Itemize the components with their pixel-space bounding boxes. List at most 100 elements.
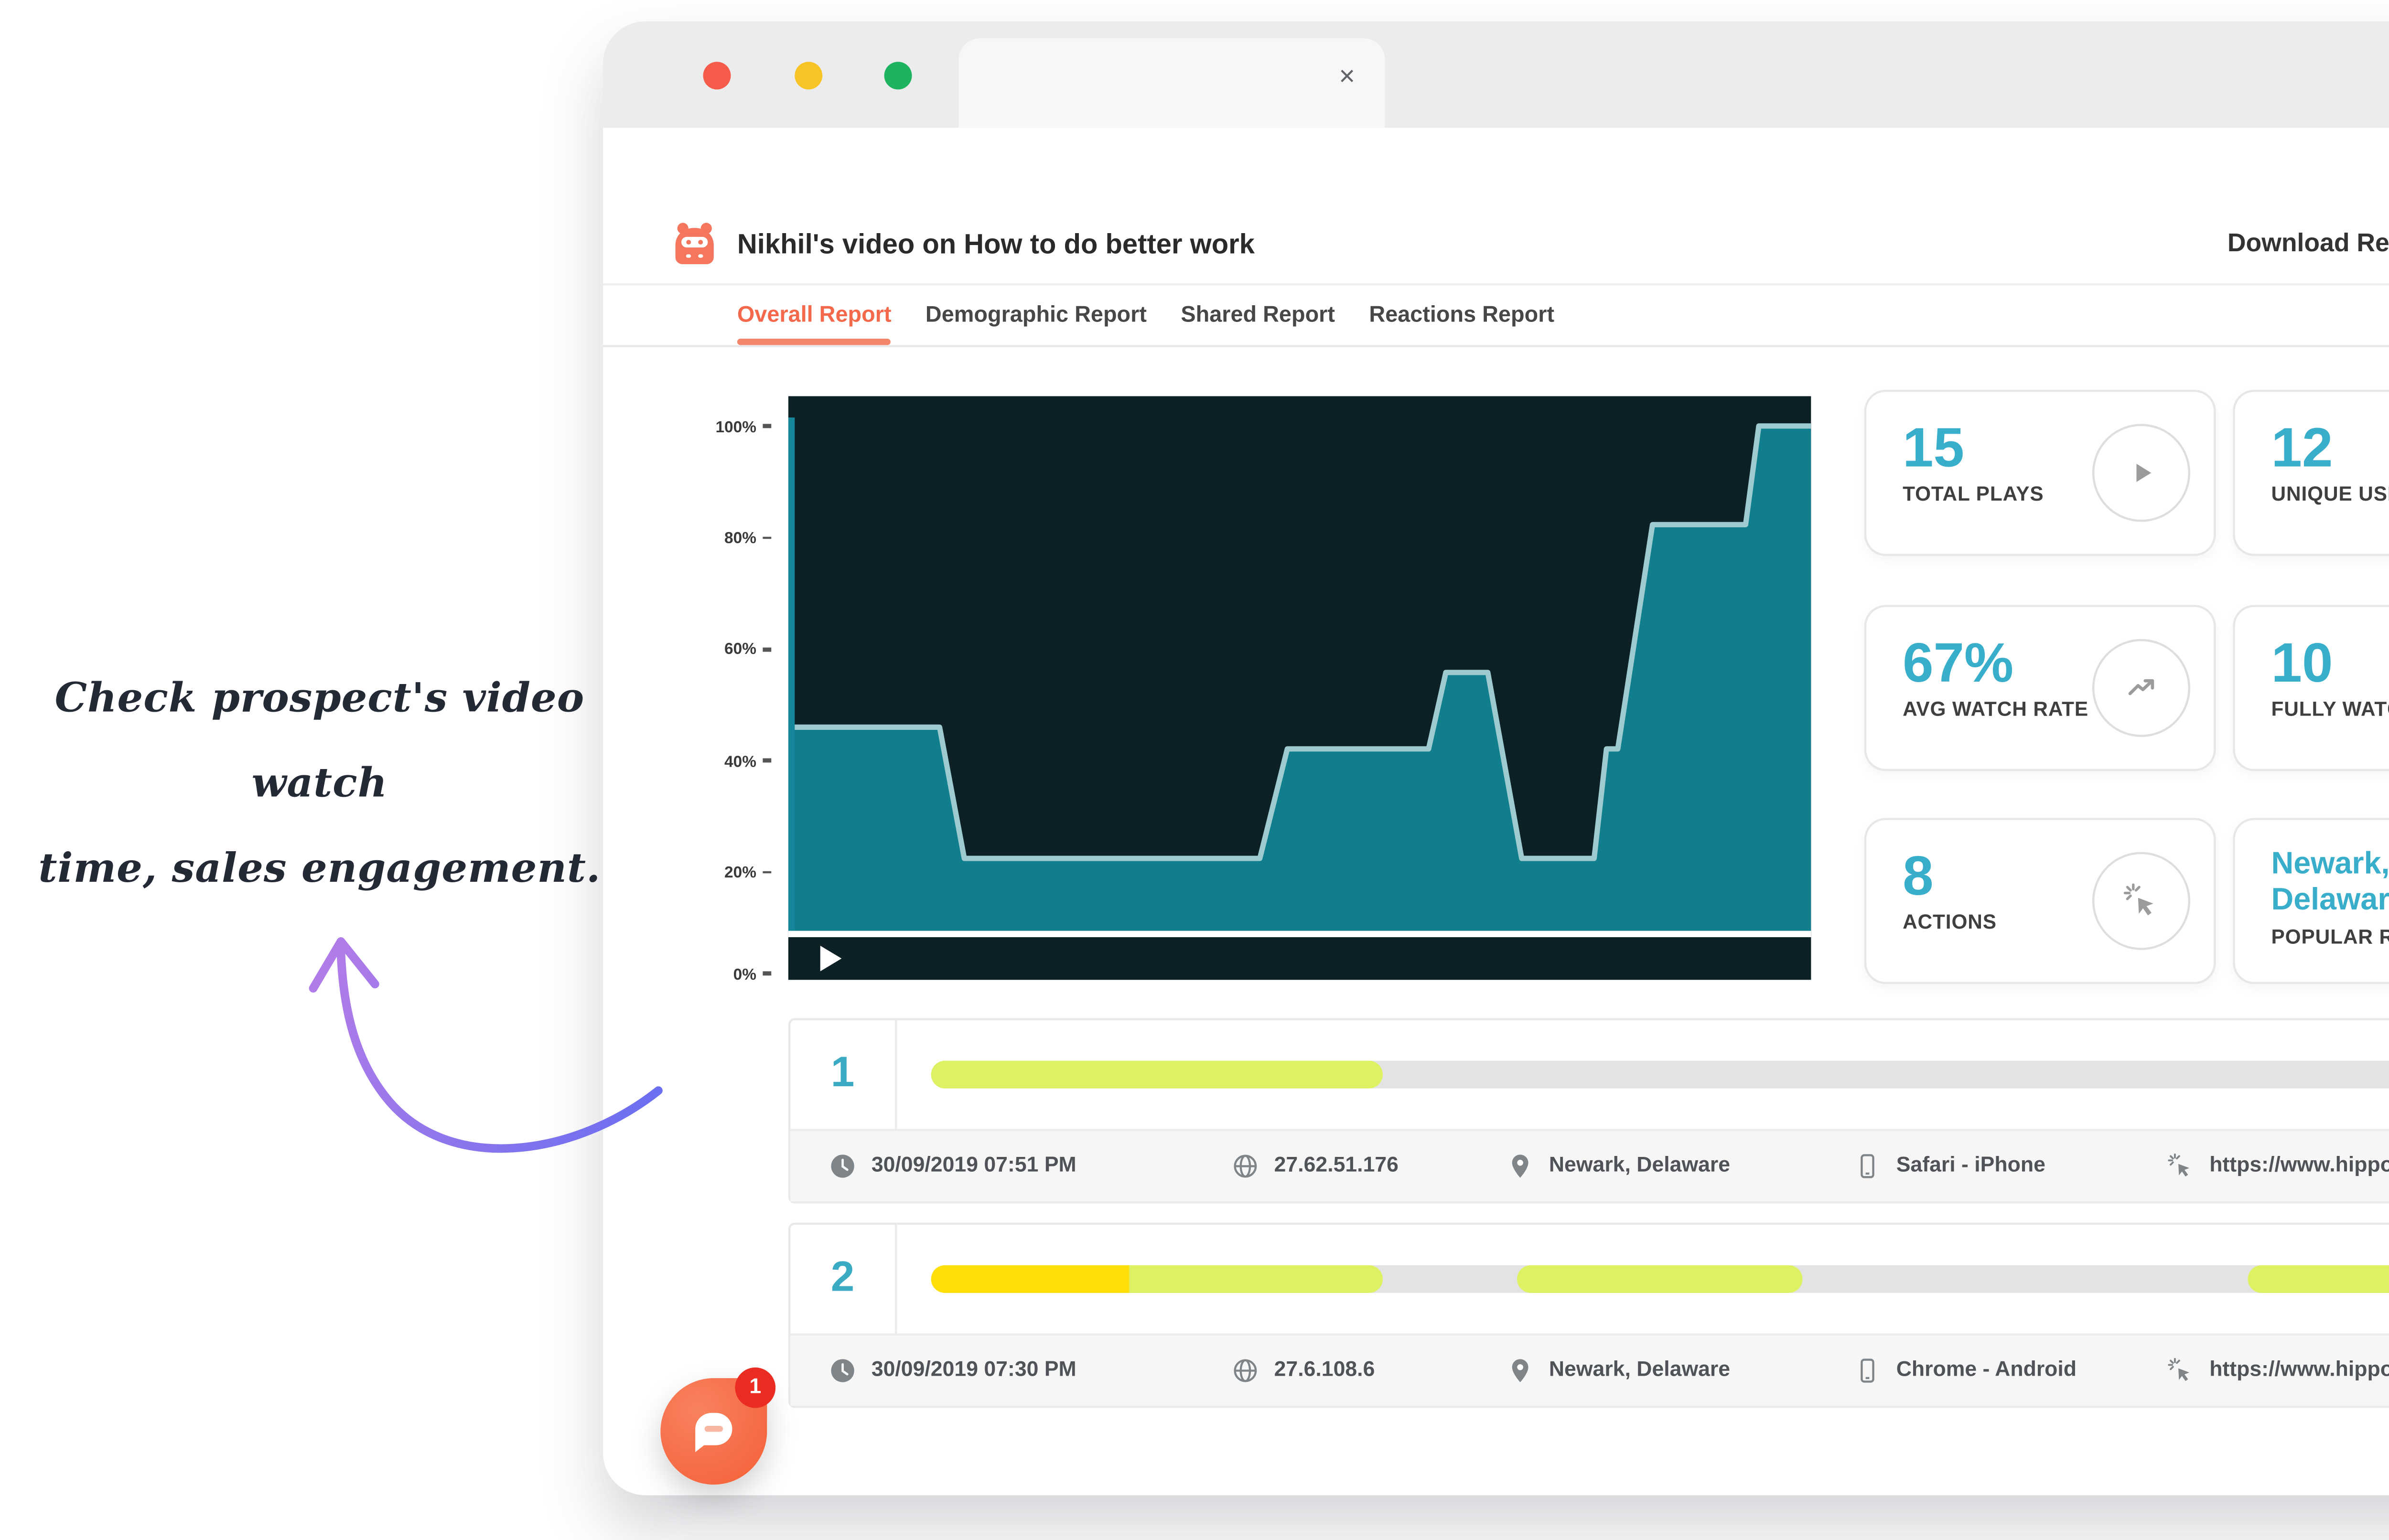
stat-card-avg-watch-rate: 67%AVG WATCH RATE [1864,604,2216,770]
chat-widget-button[interactable]: 1 [660,1378,767,1485]
pin-icon [1507,1152,1534,1180]
y-axis-tick-label: 20% [682,860,771,886]
detail-phone: Safari - iPhone [1854,1152,2167,1180]
watch-progress-bar [931,1061,2389,1089]
annotation-watch-time: Check prospect's video watch time, sales… [0,656,639,911]
play-circle-icon [2092,424,2190,522]
detail-pin: Newark, Delaware [1507,1152,1854,1180]
chat-bubble-icon [686,1404,742,1459]
annotation-line: Check prospect's video watch [0,656,639,826]
chat-unread-badge: 1 [735,1368,775,1408]
hippo-video-logo-icon [669,217,720,268]
phone-icon [1854,1357,1882,1385]
y-axis-tick-label: 40% [682,748,771,774]
tab-overall-report[interactable]: Overall Report [737,286,892,345]
viewer-index: 1 [790,1020,897,1129]
globe-icon [1231,1357,1259,1385]
report-tabs: Overall Report Demographic Report Shared R… [603,286,2389,347]
detail-globe: 27.6.108.6 [1231,1357,1506,1385]
video-progress-line[interactable] [788,931,1811,937]
detail-text: 27.6.108.6 [1274,1359,1375,1382]
browser-tab[interactable]: × [959,38,1385,128]
stat-label: FULLY WATCHED [2271,697,2389,722]
close-icon[interactable]: × [1339,60,1355,92]
watched-segment [931,1265,1130,1293]
watched-segment [931,1061,1383,1089]
download-report-label: Download Report [2228,227,2389,257]
detail-text: 27.62.51.176 [1274,1155,1399,1178]
stat-label: ACTIONS [1903,912,2111,936]
pin-icon [1507,1357,1534,1385]
watched-segment [1129,1265,1383,1293]
click-icon [2167,1152,2195,1180]
stat-value: 10 [2271,634,2389,689]
globe-icon [1231,1152,1259,1180]
click-icon [2167,1357,2195,1385]
minimize-window-button[interactable] [795,62,822,89]
y-axis-tick-label: 80% [682,525,771,551]
detail-text: 30/09/2019 07:51 PM [872,1155,1076,1178]
chart-area-fill [788,426,1811,980]
viewer-index: 2 [790,1225,897,1333]
viewer-detail-strip: 30/09/2019 07:51 PM 27.62.51.176 Newark, D… [790,1129,2389,1201]
clock-icon [829,1152,857,1180]
video-control-bar [788,937,1811,980]
browser-window: × Nikhil's video on How to do better wor… [603,21,2389,1496]
video-report-title: Nikhil's video on How to do better work [737,228,1255,260]
detail-text: Newark, Delaware [1549,1359,1730,1382]
viewer-detail-strip: 30/09/2019 07:30 PM 27.6.108.6 Newark, Del… [790,1333,2389,1406]
y-axis-tick-label: 100% [682,413,771,439]
play-button[interactable] [820,946,842,972]
tab-reactions-report[interactable]: Reactions Report [1369,286,1554,345]
stats-grid: 15TOTAL PLAYS 12 UNIQUE USERS 67%AVG WATCH … [1864,390,2389,984]
watch-progress-bar [931,1265,2389,1293]
detail-text: Safari - iPhone [1896,1155,2045,1178]
stat-label: TOTAL PLAYS [1903,483,2111,508]
detail-text: Newark, Delaware [1549,1155,1730,1178]
download-report-button[interactable]: Download Report ▾ [2228,227,2389,257]
page: × Nikhil's video on How to do better wor… [0,0,2389,1540]
detail-pin: Newark, Delaware [1507,1357,1854,1385]
stat-label: POPULAR REGION [2271,927,2389,952]
detail-clock: 30/09/2019 07:30 PM [829,1357,1232,1385]
stat-value: Newark, Delaware [2271,848,2389,919]
detail-phone: Chrome - Android [1854,1357,2167,1385]
y-axis-tick-label: 0% [682,961,771,986]
stat-card-fully-watched: 10 FULLY WATCHED [2233,604,2389,770]
watch-rate-area-chart [788,396,1811,980]
stat-card-actions: 8ACTIONS [1864,818,2216,984]
detail-text: Chrome - Android [1896,1359,2077,1382]
detail-text: https://www.hippovideo.io/... [2209,1359,2389,1382]
phone-icon [1854,1152,1882,1180]
watched-segment [2247,1265,2389,1293]
detail-text: 30/09/2019 07:30 PM [872,1359,1076,1382]
annotation-line: time, sales engagement. [0,826,639,911]
video-player[interactable] [788,396,1811,980]
stat-card-total-plays: 15TOTAL PLAYS [1864,390,2216,556]
tab-shared-report[interactable]: Shared Report [1181,286,1335,345]
detail-click[interactable]: https://www.hippovideo.io/... [2167,1357,2389,1385]
stat-value: 12 [2271,419,2389,475]
y-axis-tick-label: 60% [682,636,771,662]
stat-card-popular-region: Newark, Delaware POPULAR REGION [2233,818,2389,984]
click-icon [2092,852,2190,950]
watched-segment [1517,1265,1803,1293]
report-header: Nikhil's video on How to do better work … [603,128,2389,286]
detail-text: https://www.hippovideo.io/... [2209,1155,2389,1178]
viewer-row-1[interactable]: 117%30/09/2019 07:51 PM27.62.51.176Newar… [788,1018,2389,1203]
clock-icon [829,1357,857,1385]
arrow-to-left-annotation-head [313,941,375,988]
chart-y-axis-line [788,417,795,980]
stat-card-unique-users: 12 UNIQUE USERS [2233,390,2389,556]
maximize-window-button[interactable] [884,62,912,89]
stat-label: UNIQUE USERS [2271,483,2389,508]
close-window-button[interactable] [703,62,731,89]
detail-click[interactable]: https://www.hippovideo.io/... [2167,1152,2389,1180]
trend-icon [2092,638,2190,736]
tab-demographic-report[interactable]: Demographic Report [925,286,1147,345]
detail-globe: 27.62.51.176 [1231,1152,1506,1180]
viewer-row-2[interactable]: 251%30/09/2019 07:30 PM27.6.108.6Newark,… [788,1223,2389,1408]
stat-label: AVG WATCH RATE [1903,697,2111,722]
detail-clock: 30/09/2019 07:51 PM [829,1152,1232,1180]
browser-chrome-bar: × [603,21,2389,128]
